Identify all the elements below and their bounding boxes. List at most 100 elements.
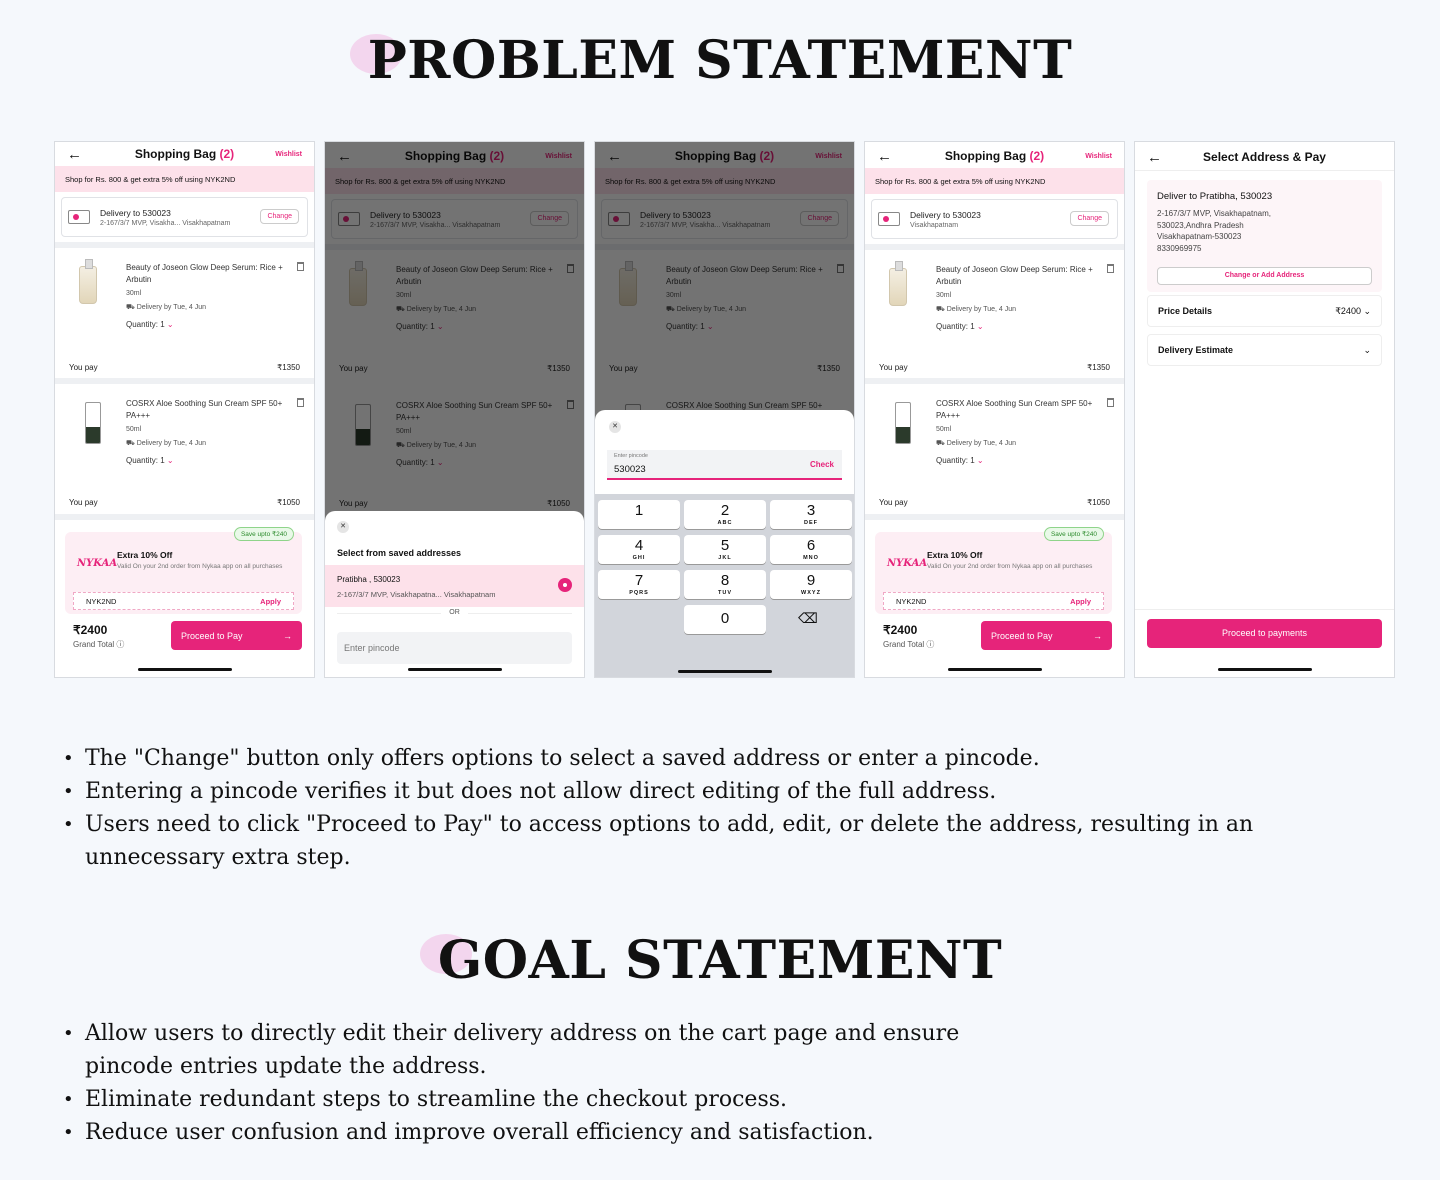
saved-address-option[interactable]: Pratibha , 530023 2-167/3/7 MVP, Visakhap… xyxy=(325,565,584,607)
chevron-down-icon: ⌄ xyxy=(1363,344,1371,355)
pincode-input[interactable]: Enter pincode xyxy=(337,632,572,664)
key-9[interactable]: 9 WXYZ xyxy=(770,570,852,599)
delivery-box: Delivery to 5300232-167/3/7 MVP, Visakha… xyxy=(61,197,308,237)
quantity-selector[interactable]: Quantity: 1 ⌄ xyxy=(126,456,174,465)
coupon-field[interactable]: NYK2ND Apply xyxy=(883,592,1104,610)
item-size: 50ml xyxy=(126,426,142,433)
price-details-row[interactable]: Price Details ₹2400 ⌄ xyxy=(1147,295,1382,327)
sunscreen-tube-image xyxy=(85,402,101,444)
nykaa-logo: NYKAA xyxy=(887,558,928,569)
you-pay-row: You pay ₹1350 xyxy=(69,363,300,372)
key-2[interactable]: 2 ABC xyxy=(684,500,766,529)
trash-icon[interactable] xyxy=(297,398,304,407)
delivery-estimate-row[interactable]: Delivery Estimate ⌄ xyxy=(1147,334,1382,366)
promo-banner: Shop for Rs. 800 & get extra 5% off usin… xyxy=(55,166,314,192)
quantity-selector[interactable]: Quantity: 1 ⌄ xyxy=(126,320,174,329)
item-name: Beauty of Joseon Glow Deep Serum: Rice +… xyxy=(126,263,283,284)
change-button[interactable]: Change xyxy=(260,209,299,224)
problem-heading-text: PROBLEM STATEMENT xyxy=(367,30,1073,91)
close-icon[interactable]: ✕ xyxy=(337,521,349,533)
goal-points: Allow users to directly edit their deliv… xyxy=(60,1017,1020,1149)
offer-subtitle: Valid On your 2nd order from Nykaa app o… xyxy=(117,563,283,570)
check-button[interactable]: Check xyxy=(810,460,834,469)
trash-icon[interactable] xyxy=(1107,398,1114,407)
goal-statement-heading: GOAL STATEMENT xyxy=(0,930,1440,991)
screen-cart: ← Shopping Bag (2) Wishlist Shop for Rs. 8… xyxy=(54,141,315,678)
numeric-keypad: 1 2 ABC 3 DEF 4 GHI 5 JKL 6 MNO 7 PQRS 8 TUV 9W… xyxy=(595,494,854,677)
change-add-address-button[interactable]: Change or Add Address xyxy=(1157,267,1372,285)
quantity-selector[interactable]: Quantity: 1 ⌄ xyxy=(936,322,984,331)
key-5[interactable]: 5 JKL xyxy=(684,535,766,564)
key-7[interactable]: 7 PQRS xyxy=(598,570,680,599)
proceed-to-pay-button[interactable]: Proceed to Pay → xyxy=(171,621,302,650)
truck-icon xyxy=(68,210,90,224)
arrow-right-icon: → xyxy=(283,630,292,641)
key-8[interactable]: 8 TUV xyxy=(684,570,766,599)
apply-button[interactable]: Apply xyxy=(260,597,281,606)
backspace-icon[interactable]: ⌫ xyxy=(798,610,818,627)
grand-total: ₹2400 xyxy=(73,623,108,637)
sheet-title: Select from saved addresses xyxy=(337,548,462,558)
or-divider: OR xyxy=(337,609,572,621)
nykaa-logo: NYKAA xyxy=(77,558,118,569)
problem-point: The "Change" button only offers options … xyxy=(60,742,1370,775)
save-badge: Save upto ₹240 xyxy=(233,527,294,541)
screen-select-address-pay: ← Select Address & Pay Deliver to Pratibh… xyxy=(1134,141,1395,678)
close-icon[interactable]: ✕ xyxy=(609,421,621,433)
quantity-selector[interactable]: Quantity: 1 ⌄ xyxy=(936,456,984,465)
trash-icon[interactable] xyxy=(297,262,304,271)
problem-point: Users need to click "Proceed to Pay" to … xyxy=(60,808,1370,874)
cart-item: COSRX Aloe Soothing Sun Cream SPF 50+ PA… xyxy=(865,384,1124,496)
problem-point: Entering a pincode verifies it but does … xyxy=(60,775,1370,808)
proceed-to-pay-button[interactable]: Proceed to Pay → xyxy=(981,621,1112,650)
wishlist-link[interactable]: Wishlist xyxy=(1085,153,1112,160)
home-indicator xyxy=(408,668,502,671)
wishlist-link[interactable]: Wishlist xyxy=(275,151,302,158)
delivery-address-card: Deliver to Pratibha, 530023 2-167/3/7 MVP… xyxy=(1147,180,1382,292)
page-title: Select Address & Pay xyxy=(1203,150,1326,164)
coupon-field[interactable]: NYK2ND Apply xyxy=(73,592,294,610)
home-indicator xyxy=(948,668,1042,671)
key-4[interactable]: 4 GHI xyxy=(598,535,680,564)
goal-heading-text: GOAL STATEMENT xyxy=(437,930,1003,991)
item-delivery: ⛟ Delivery by Tue, 4 Jun xyxy=(126,440,207,447)
key-0[interactable]: 0 xyxy=(684,605,766,634)
cart-item: Beauty of Joseon Glow Deep Serum: Rice +… xyxy=(55,248,314,360)
goal-point: Eliminate redundant steps to streamline … xyxy=(60,1083,1020,1116)
item-size: 30ml xyxy=(126,290,142,297)
serum-bottle-image xyxy=(79,259,97,304)
you-pay-row: You pay ₹1050 xyxy=(69,498,300,507)
key-3[interactable]: 3 DEF xyxy=(770,500,852,529)
home-indicator xyxy=(138,668,232,671)
pincode-field[interactable]: Enter pincode 530023 Check xyxy=(607,450,842,480)
screen-pincode-entry: ←Shopping Bag (2)Wishlist Shop for Rs. 8… xyxy=(594,141,855,678)
home-indicator xyxy=(678,670,772,673)
delivery-address: Visakhapatnam xyxy=(910,221,959,229)
item-name: COSRX Aloe Soothing Sun Cream SPF 50+ PA… xyxy=(126,399,283,420)
truck-icon xyxy=(878,212,900,226)
serum-bottle-image xyxy=(889,261,907,306)
offer-title: Extra 10% Off xyxy=(117,550,173,560)
key-1[interactable]: 1 xyxy=(598,500,680,529)
sunscreen-tube-image xyxy=(895,402,911,444)
home-indicator xyxy=(1218,668,1312,671)
change-button[interactable]: Change xyxy=(1070,211,1109,226)
problem-statement-heading: PROBLEM STATEMENT xyxy=(0,30,1440,91)
key-6[interactable]: 6 MNO xyxy=(770,535,852,564)
saved-address-sheet: ✕ Select from saved addresses Pratibha ,… xyxy=(325,511,584,677)
cart-item: COSRX Aloe Soothing Sun Cream SPF 50+ PA… xyxy=(55,384,314,496)
apply-button[interactable]: Apply xyxy=(1070,597,1091,606)
delivery-label: Delivery to 530023 xyxy=(100,207,171,218)
item-delivery: ⛟ Delivery by Tue, 4 Jun xyxy=(126,304,207,311)
screen-saved-addresses: ←Shopping Bag (2)Wishlist Shop for Rs. 8… xyxy=(324,141,585,678)
delivery-address: 2-167/3/7 MVP, Visakha... Visakhapatnam xyxy=(100,219,231,227)
promo-banner: Shop for Rs. 800 & get extra 5% off usin… xyxy=(865,168,1124,194)
save-badge: Save upto ₹240 xyxy=(1043,527,1104,541)
proceed-to-payments-button[interactable]: Proceed to payments xyxy=(1147,619,1382,648)
goal-point: Allow users to directly edit their deliv… xyxy=(60,1017,1020,1083)
radio-selected-icon[interactable] xyxy=(558,578,572,592)
pincode-value: 530023 xyxy=(614,464,646,475)
trash-icon[interactable] xyxy=(1107,264,1114,273)
delivery-box: Delivery to 530023 Visakhapatnam Change xyxy=(871,199,1118,239)
offer-card: Save upto ₹240 NYKAA Extra 10% Off Valid On… xyxy=(875,527,1112,614)
